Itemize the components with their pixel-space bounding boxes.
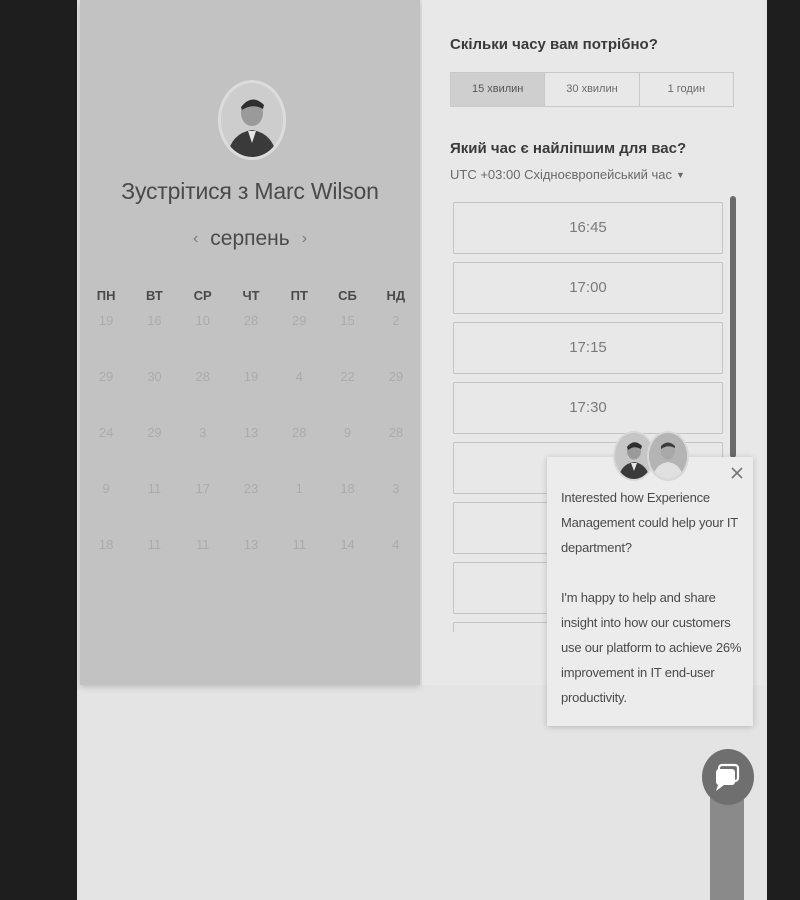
- calendar-day: 28: [243, 313, 259, 328]
- calendar-week-row: 19 16 10 28 29 15 2: [80, 313, 420, 328]
- month-navigation: ‹ серпень ›: [80, 227, 420, 251]
- timezone-dropdown[interactable]: UTC +03:00 Східноєвропейський час ▼: [450, 167, 685, 182]
- calendar-day: 18: [340, 481, 355, 496]
- calendar-day: 11: [195, 537, 210, 552]
- calendar-day: 28: [388, 425, 404, 440]
- calendar-day: 29: [388, 369, 404, 384]
- meeting-title-prefix: Зустрітися з: [121, 178, 255, 204]
- calendar-day: 19: [243, 369, 259, 384]
- calendar-day: 15: [340, 313, 355, 328]
- chat-message-line: I'm happy to help and share insight into…: [561, 590, 742, 705]
- time-question: Який час є найліпшим для вас?: [450, 140, 687, 157]
- calendar-week-row: 24 29 3 13 28 9 28: [80, 425, 420, 440]
- calendar-day: 4: [295, 369, 303, 384]
- calendar-day: 30: [147, 369, 162, 384]
- timezone-label: UTC +03:00 Східноєвропейський час: [450, 167, 672, 182]
- calendar-day: 22: [340, 369, 355, 384]
- calendar-day: 11: [292, 537, 307, 552]
- chevron-right-icon[interactable]: ›: [302, 230, 307, 247]
- calendar-day: 17: [195, 481, 210, 496]
- calendar-day: 11: [147, 481, 162, 496]
- chat-bubble-icon: [716, 763, 740, 791]
- time-slot[interactable]: 16:45: [453, 202, 723, 254]
- meeting-title: Зустрітися з Marc Wilson: [80, 178, 420, 205]
- duration-option-30[interactable]: 30 хвилин: [544, 73, 638, 106]
- host-name: Marc Wilson: [254, 178, 379, 204]
- time-slot[interactable]: 17:15: [453, 322, 723, 374]
- calendar-day: 2: [392, 313, 400, 328]
- calendar-day: 14: [340, 537, 355, 552]
- calendar-day: 29: [98, 369, 114, 384]
- chat-message-line: Interested how Experience Management cou…: [561, 490, 738, 555]
- calendar-day: 19: [98, 313, 114, 328]
- weekday-label: НД: [386, 288, 406, 303]
- calendar-week-row: 29 30 28 19 4 22 29: [80, 369, 420, 384]
- calendar-day: 28: [195, 369, 210, 384]
- calendar-day: 13: [243, 537, 259, 552]
- time-slot[interactable]: 17:00: [453, 262, 723, 314]
- chat-message: Interested how Experience Management cou…: [561, 485, 743, 735]
- weekday-header: ПН ВТ СР ЧТ ПТ СБ НД: [80, 288, 420, 303]
- chat-popup: Interested how Experience Management cou…: [547, 457, 753, 726]
- chevron-left-icon[interactable]: ‹: [193, 230, 198, 247]
- weekday-label: ВТ: [146, 288, 163, 303]
- host-avatar: [218, 80, 286, 160]
- weekday-label: СБ: [338, 288, 357, 303]
- calendar-day: 10: [195, 313, 210, 328]
- calendar-week-row: 9 11 17 23 1 18 3: [80, 481, 420, 496]
- close-icon[interactable]: [729, 465, 745, 481]
- calendar-day: 13: [243, 425, 259, 440]
- agent-avatar: [647, 431, 689, 481]
- calendar-day: 11: [147, 537, 162, 552]
- calendar-day: 9: [102, 481, 110, 496]
- time-slot[interactable]: 17:30: [453, 382, 723, 434]
- weekday-label: ПН: [96, 288, 116, 303]
- chat-launcher-tail: [710, 790, 744, 900]
- calendar-day: 28: [292, 425, 307, 440]
- duration-option-15[interactable]: 15 хвилин: [451, 73, 545, 106]
- calendar-week-row: 18 11 11 13 11 14 4: [80, 537, 420, 552]
- duration-question: Скільки часу вам потрібно?: [450, 36, 658, 53]
- calendar-day: 23: [243, 481, 259, 496]
- calendar-day: 4: [392, 537, 400, 552]
- host-calendar-panel: Зустрітися з Marc Wilson ‹ серпень › ПН ВТ…: [80, 0, 420, 685]
- duration-option-60[interactable]: 1 годин: [638, 73, 733, 106]
- weekday-label: ПТ: [290, 288, 308, 303]
- calendar-day: 3: [199, 425, 207, 440]
- slot-list-scrollbar[interactable]: [730, 196, 736, 458]
- calendar-day: 3: [392, 481, 400, 496]
- calendar-day: 1: [295, 481, 303, 496]
- weekday-label: ЧТ: [242, 288, 260, 303]
- calendar-day: 9: [343, 425, 352, 440]
- calendar-day: 29: [147, 425, 162, 440]
- chat-launcher-button[interactable]: [702, 749, 754, 805]
- calendar-day: 16: [147, 313, 162, 328]
- calendar-day: 24: [98, 425, 114, 440]
- caret-down-icon: ▼: [675, 170, 685, 180]
- month-label: серпень: [210, 227, 290, 250]
- calendar-day: 18: [98, 537, 114, 552]
- calendar-day: 29: [292, 313, 307, 328]
- weekday-label: СР: [193, 288, 212, 303]
- duration-selector: 15 хвилин 30 хвилин 1 годин: [450, 72, 734, 107]
